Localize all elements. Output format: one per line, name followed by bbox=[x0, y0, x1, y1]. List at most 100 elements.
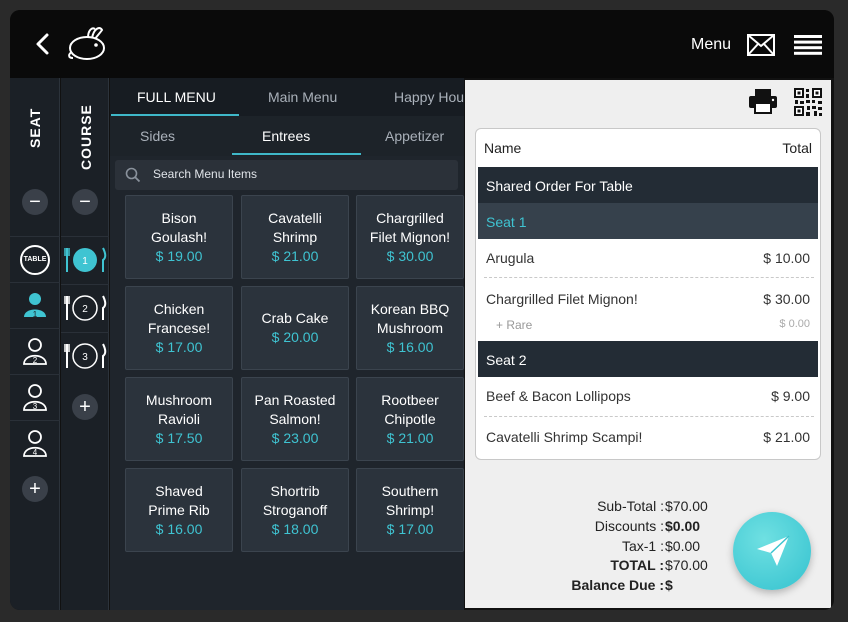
menu-item-card[interactable]: Cavatelli Shrimp $ 21.00 bbox=[241, 195, 349, 279]
menu-label[interactable]: Menu bbox=[691, 36, 731, 54]
menu-item-card[interactable]: Korean BBQ Mushroom $ 16.00 bbox=[356, 286, 464, 370]
tab-happy-hour[interactable]: Happy Hou bbox=[394, 89, 464, 105]
course-label: COURSE bbox=[78, 104, 94, 170]
menu-item-name: Francese! bbox=[147, 319, 211, 336]
balance-due-label: Balance Due : bbox=[571, 577, 664, 593]
envelope-icon[interactable] bbox=[747, 34, 775, 56]
menu-item-card[interactable]: Southern Shrimp! $ 17.00 bbox=[356, 468, 464, 552]
seat-2-section[interactable]: Seat 2 bbox=[478, 341, 818, 377]
menu-item-name: Southern bbox=[381, 482, 439, 499]
course-column: COURSE − 1 2 3 + bbox=[61, 78, 109, 610]
menu-item-price: $ 17.00 bbox=[386, 520, 434, 537]
cutlery-plate-icon: 3 bbox=[64, 342, 107, 369]
column-header-name: Name bbox=[484, 140, 522, 156]
modifier-name: + Rare bbox=[496, 318, 533, 332]
tab-sides[interactable]: Sides bbox=[140, 128, 175, 144]
person-icon: 1 bbox=[24, 292, 46, 319]
tab-full-menu[interactable]: FULL MENU bbox=[137, 89, 216, 105]
menu-item-price: $ 21.00 bbox=[271, 247, 319, 264]
course-item-1[interactable]: 1 bbox=[61, 236, 109, 282]
discounts-label: Discounts : bbox=[594, 518, 664, 534]
seat-1-section[interactable]: Seat 1 bbox=[478, 203, 818, 239]
hamburger-menu-icon[interactable] bbox=[794, 35, 822, 55]
menu-item-card[interactable]: Rootbeer Chipotle $ 21.00 bbox=[356, 377, 464, 461]
qr-code-icon[interactable] bbox=[794, 88, 822, 116]
menu-item-name: Stroganoff bbox=[262, 501, 328, 518]
menu-item-card[interactable]: Crab Cake $ 20.00 bbox=[241, 286, 349, 370]
course-number: 1 bbox=[82, 256, 88, 267]
order-line-item[interactable]: Beef & Bacon Lollipops $ 9.00 bbox=[478, 388, 818, 408]
active-subtab-indicator bbox=[232, 153, 361, 155]
order-ticket: Name Total Shared Order For Table Seat 1… bbox=[475, 128, 821, 460]
pos-app: Menu SEAT − TABLE 1 2 3 4 + COURSE − 1 2… bbox=[10, 10, 834, 610]
order-item-name: Cavatelli Shrimp Scampi! bbox=[486, 429, 643, 445]
paper-plane-icon bbox=[757, 535, 790, 566]
seat-item-2[interactable]: 2 bbox=[10, 328, 60, 374]
total-label: TOTAL : bbox=[610, 557, 664, 573]
menu-item-name: Filet Mignon! bbox=[369, 228, 451, 245]
discounts-value: $0.00 bbox=[665, 518, 701, 534]
course-remove-button[interactable]: − bbox=[72, 189, 98, 215]
person-icon: 3 bbox=[23, 383, 47, 411]
shared-order-section[interactable]: Shared Order For Table bbox=[478, 167, 818, 203]
menu-item-name: Ravioli bbox=[157, 410, 200, 427]
tax-value: $0.00 bbox=[665, 538, 701, 554]
order-line-item[interactable]: Arugula $ 10.00 bbox=[478, 250, 818, 270]
table-icon: TABLE bbox=[20, 244, 50, 275]
menu-item-name: Rootbeer bbox=[381, 391, 439, 408]
seat-number: 4 bbox=[33, 448, 38, 457]
back-arrow-icon[interactable] bbox=[32, 32, 54, 56]
seat-add-button[interactable]: + bbox=[22, 476, 48, 502]
item-divider bbox=[484, 277, 814, 278]
seat-item-1[interactable]: 1 bbox=[10, 282, 60, 328]
course-item-2[interactable]: 2 bbox=[61, 284, 109, 330]
menu-item-card[interactable]: Mushroom Ravioli $ 17.50 bbox=[125, 377, 233, 461]
menu-item-name: Mushroom bbox=[376, 319, 444, 336]
menu-item-price: $ 17.50 bbox=[155, 429, 203, 446]
menu-item-card[interactable]: Pan Roasted Salmon! $ 23.00 bbox=[241, 377, 349, 461]
search-input[interactable] bbox=[153, 167, 443, 181]
order-line-item[interactable]: Cavatelli Shrimp Scampi! $ 21.00 bbox=[478, 429, 818, 449]
menu-item-name: Chicken bbox=[153, 300, 205, 317]
course-add-button[interactable]: + bbox=[72, 394, 98, 420]
cutlery-plate-icon: 1 bbox=[64, 247, 107, 272]
printer-icon[interactable] bbox=[748, 88, 778, 114]
tab-main-menu[interactable]: Main Menu bbox=[268, 89, 337, 105]
subcategory-tabs: Sides Entrees Appetizer bbox=[110, 116, 464, 156]
menu-item-card[interactable]: Chargrilled Filet Mignon! $ 30.00 bbox=[356, 195, 464, 279]
menu-item-name: Prime Rib bbox=[148, 501, 210, 518]
seat-item-table[interactable]: TABLE bbox=[10, 236, 60, 282]
course-number: 2 bbox=[82, 304, 88, 315]
subtotal-value: $70.00 bbox=[665, 498, 708, 514]
tax-label: Tax-1 : bbox=[621, 538, 664, 554]
menu-item-card[interactable]: Bison Goulash! $ 19.00 bbox=[125, 195, 233, 279]
table-label: TABLE bbox=[23, 256, 47, 263]
course-item-3[interactable]: 3 bbox=[61, 332, 109, 378]
order-item-modifier: + Rare $ 0.00 bbox=[478, 318, 818, 334]
menu-item-price: $ 16.00 bbox=[386, 338, 434, 355]
send-order-button[interactable] bbox=[733, 512, 811, 590]
menu-item-name: Pan Roasted bbox=[254, 391, 336, 408]
tab-appetizer[interactable]: Appetizer bbox=[385, 128, 444, 144]
order-item-price: $ 10.00 bbox=[763, 250, 810, 266]
menu-item-price: $ 17.00 bbox=[155, 338, 203, 355]
seat-remove-button[interactable]: − bbox=[22, 189, 48, 215]
tab-entrees[interactable]: Entrees bbox=[262, 128, 310, 144]
subtotal-label: Sub-Total : bbox=[597, 498, 664, 514]
item-divider bbox=[484, 416, 814, 417]
menu-item-name: Shortrib bbox=[270, 482, 320, 499]
seat-item-3[interactable]: 3 bbox=[10, 374, 60, 420]
order-line-item[interactable]: Chargrilled Filet Mignon! $ 30.00 bbox=[478, 291, 818, 311]
menu-item-name: Goulash! bbox=[150, 228, 208, 245]
menu-item-card[interactable]: Shortrib Stroganoff $ 18.00 bbox=[241, 468, 349, 552]
seat-item-4[interactable]: 4 bbox=[10, 420, 60, 466]
menu-item-card[interactable]: Shaved Prime Rib $ 16.00 bbox=[125, 468, 233, 552]
menu-item-name: Mushroom bbox=[145, 391, 213, 408]
menu-item-price: $ 30.00 bbox=[386, 247, 434, 264]
total-value: $70.00 bbox=[665, 557, 708, 573]
menu-item-card[interactable]: Chicken Francese! $ 17.00 bbox=[125, 286, 233, 370]
menu-item-price: $ 20.00 bbox=[271, 329, 319, 345]
order-item-name: Chargrilled Filet Mignon! bbox=[486, 291, 638, 307]
menu-item-name: Chargrilled bbox=[376, 209, 444, 226]
order-item-name: Beef & Bacon Lollipops bbox=[486, 388, 631, 404]
